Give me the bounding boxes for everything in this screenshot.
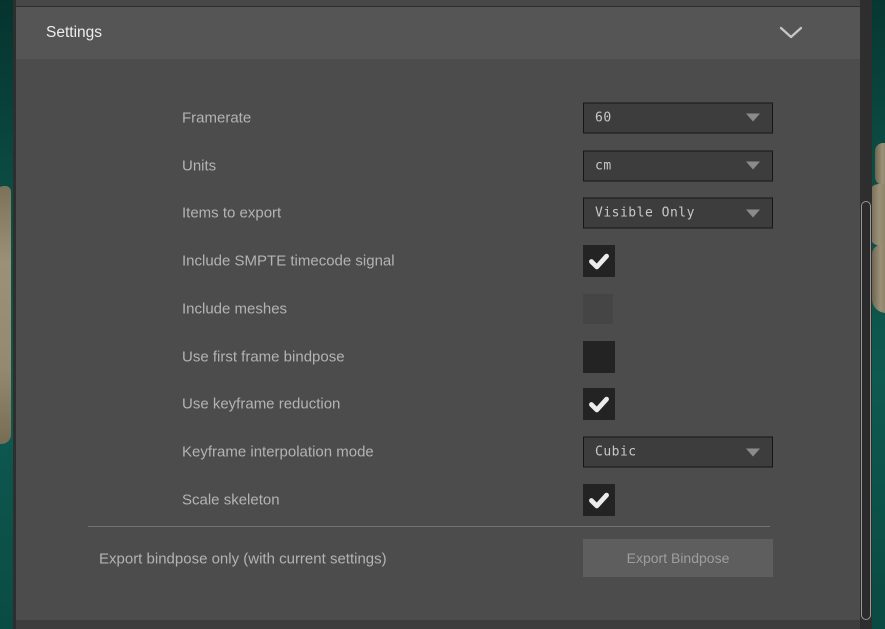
keyframe-interpolation-dropdown[interactable]: Cubic bbox=[583, 437, 773, 468]
checkmark-icon bbox=[586, 487, 612, 513]
units-dropdown-value: cm bbox=[584, 158, 612, 173]
dropdown-arrow-icon bbox=[746, 162, 760, 170]
settings-row-include-meshes: Include meshes bbox=[16, 285, 860, 333]
first-frame-bindpose-label: Use first frame bindpose bbox=[182, 348, 345, 365]
dropdown-arrow-icon bbox=[746, 209, 760, 217]
keyframe-interpolation-dropdown-value: Cubic bbox=[584, 445, 637, 460]
settings-row-units: Units cm bbox=[16, 142, 860, 190]
settings-rows: Framerate 60 Units cm Items to export bbox=[16, 94, 860, 524]
checkbox-scale-skeleton[interactable] bbox=[583, 484, 615, 516]
chevron-down-icon[interactable] bbox=[779, 26, 803, 40]
units-label: Units bbox=[182, 157, 216, 174]
framerate-label: Framerate bbox=[182, 109, 251, 126]
app-screen: Settings Framerate 60 Units cm bbox=[0, 0, 885, 629]
settings-row-framerate: Framerate 60 bbox=[16, 94, 860, 142]
dropdown-arrow-icon bbox=[746, 448, 760, 456]
checkmark-icon bbox=[586, 248, 612, 274]
keyframe-interpolation-label: Keyframe interpolation mode bbox=[182, 444, 374, 461]
checkmark-icon bbox=[586, 391, 612, 417]
export-bindpose-button[interactable]: Export Bindpose bbox=[583, 539, 773, 577]
scale-skeleton-label: Scale skeleton bbox=[182, 491, 280, 508]
settings-row-smpte-timecode: Include SMPTE timecode signal bbox=[16, 237, 860, 285]
settings-row-scale-skeleton: Scale skeleton bbox=[16, 476, 860, 524]
settings-header: Settings bbox=[16, 7, 860, 59]
checkbox-include-smpte-timecode[interactable] bbox=[583, 245, 615, 277]
settings-row-items-to-export: Items to export Visible Only bbox=[16, 190, 860, 238]
keyframe-reduction-label: Use keyframe reduction bbox=[182, 396, 340, 413]
window-top-strip bbox=[16, 0, 860, 6]
framerate-dropdown-value: 60 bbox=[584, 110, 612, 125]
settings-row-keyframe-interpolation: Keyframe interpolation mode Cubic bbox=[16, 428, 860, 476]
checkbox-include-meshes bbox=[583, 294, 613, 324]
viewport-character-hand bbox=[872, 245, 885, 313]
settings-row-keyframe-reduction: Use keyframe reduction bbox=[16, 381, 860, 429]
footer-divider bbox=[88, 526, 770, 527]
viewport-character-arm bbox=[0, 186, 11, 444]
dropdown-arrow-icon bbox=[746, 114, 760, 122]
viewport-character-hand bbox=[875, 143, 885, 185]
units-dropdown[interactable]: cm bbox=[583, 150, 773, 181]
smpte-timecode-label: Include SMPTE timecode signal bbox=[182, 253, 395, 270]
window-bottom-strip bbox=[16, 620, 860, 629]
items-to-export-dropdown[interactable]: Visible Only bbox=[583, 198, 773, 229]
vertical-scrollbar-thumb[interactable] bbox=[861, 201, 871, 620]
settings-section-title: Settings bbox=[46, 24, 102, 42]
checkbox-use-keyframe-reduction[interactable] bbox=[583, 388, 615, 420]
export-bindpose-label: Export bindpose only (with current setti… bbox=[99, 551, 387, 568]
checkbox-use-first-frame-bindpose[interactable] bbox=[583, 341, 615, 373]
include-meshes-label: Include meshes bbox=[182, 300, 287, 317]
framerate-dropdown[interactable]: 60 bbox=[583, 102, 773, 133]
settings-row-first-frame-bindpose: Use first frame bindpose bbox=[16, 333, 860, 381]
items-to-export-label: Items to export bbox=[182, 205, 281, 222]
items-to-export-dropdown-value: Visible Only bbox=[584, 206, 695, 221]
